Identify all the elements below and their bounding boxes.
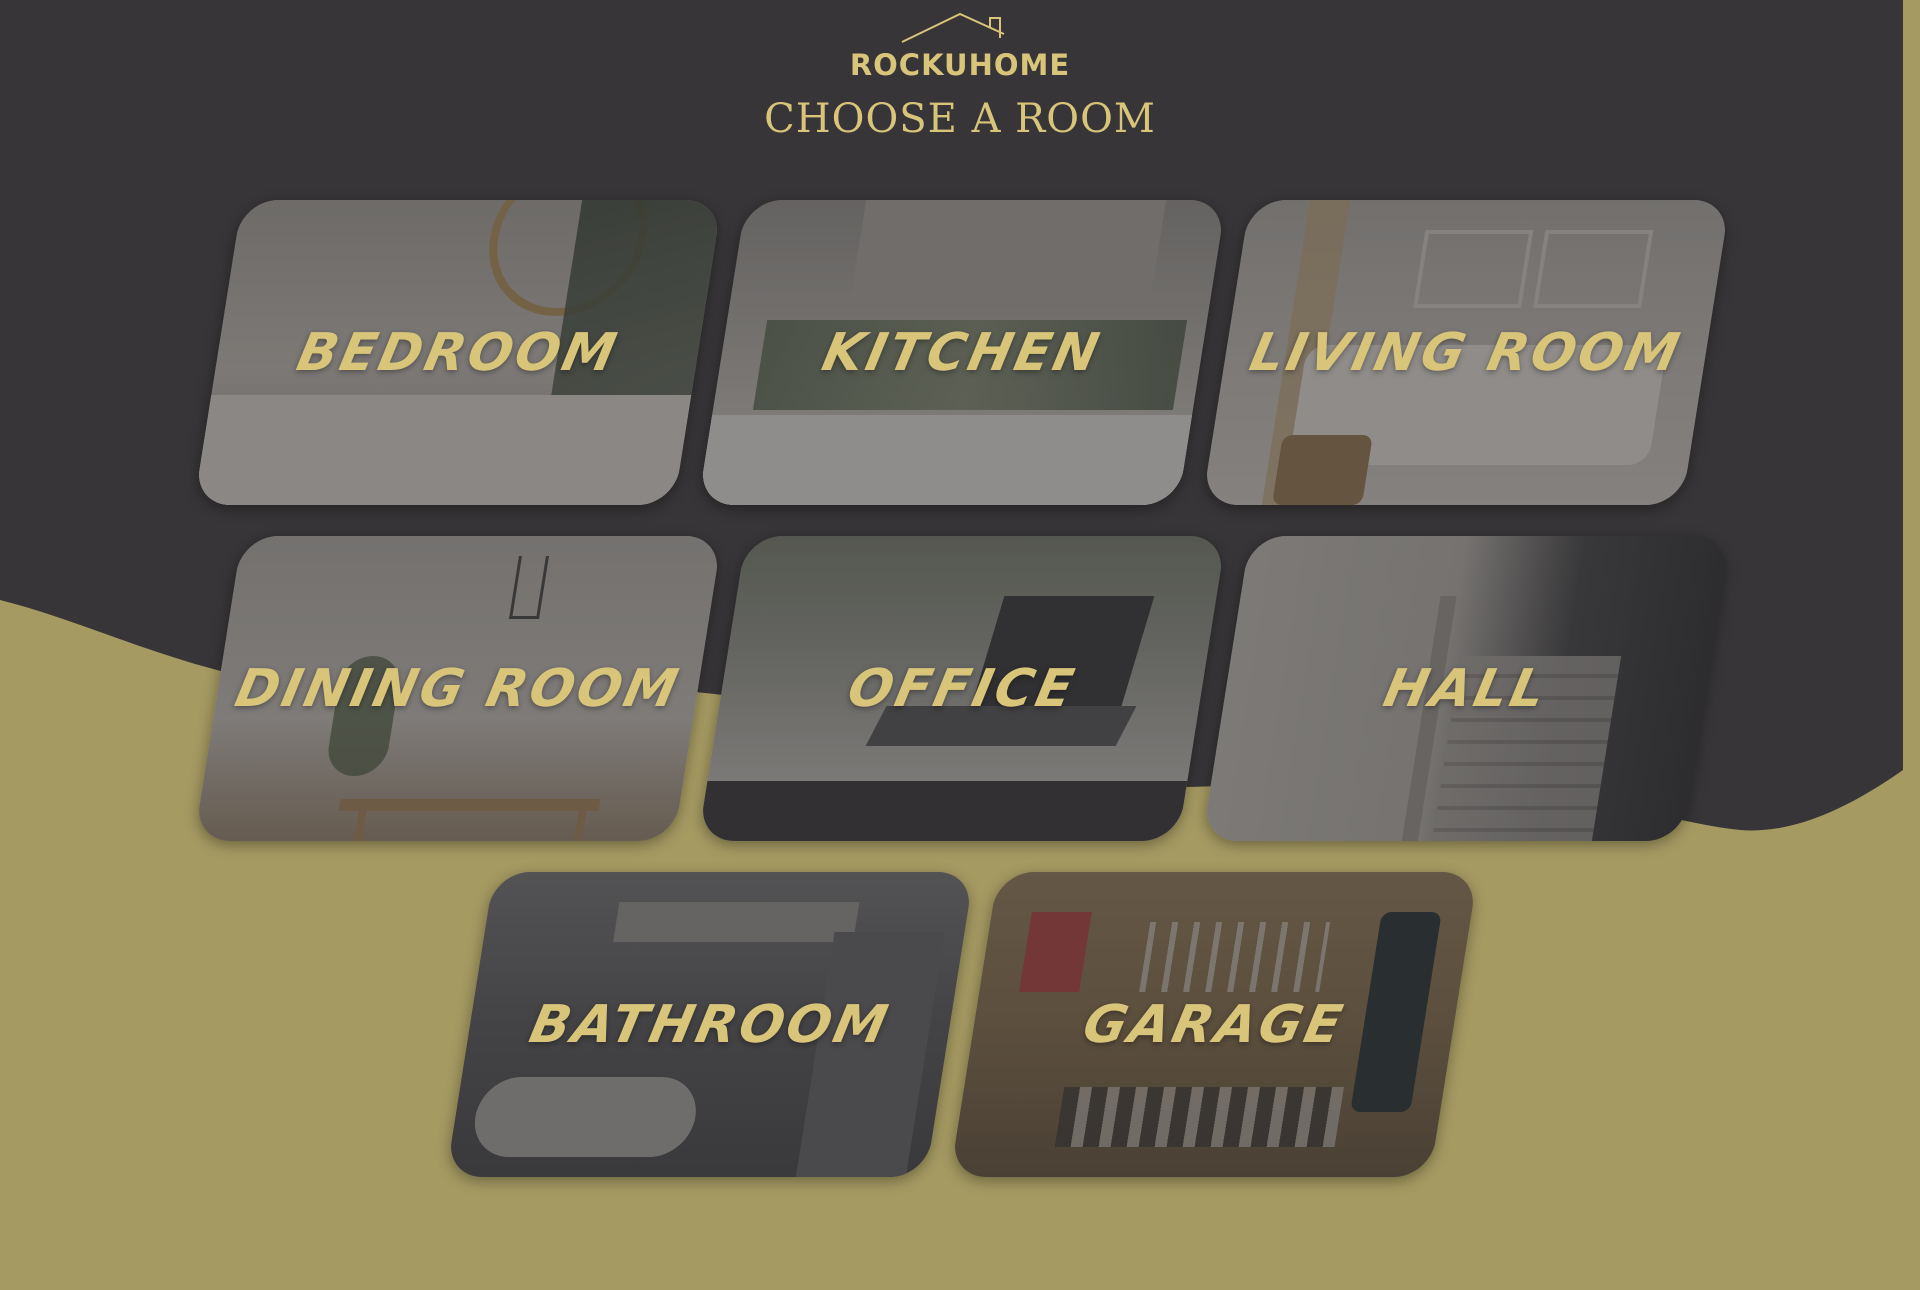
brand-logo[interactable]: ROCKUHOME [840,12,1080,82]
room-label: BEDROOM [291,322,625,383]
room-card-kitchen[interactable]: KITCHEN [697,200,1227,505]
room-label: BATHROOM [524,994,896,1055]
room-card-bedroom[interactable]: BEDROOM [193,200,723,505]
room-label: KITCHEN [817,322,1107,383]
house-roof-icon [901,12,1005,43]
room-card-hall[interactable]: HALL [1201,536,1731,841]
page-title: CHOOSE A ROOM [764,96,1156,142]
room-label: GARAGE [1077,994,1351,1055]
brand-name: ROCKUHOME [849,48,1071,82]
room-label: LIVING ROOM [1244,322,1688,383]
room-label: OFFICE [842,658,1082,719]
room-card-living-room[interactable]: LIVING ROOM [1201,200,1731,505]
room-card-bathroom[interactable]: BATHROOM [445,872,975,1177]
room-card-office[interactable]: OFFICE [697,536,1227,841]
room-label: HALL [1378,658,1554,719]
room-label: DINING ROOM [230,658,686,719]
room-card-dining-room[interactable]: DINING ROOM [193,536,723,841]
room-card-garage[interactable]: GARAGE [949,872,1479,1177]
